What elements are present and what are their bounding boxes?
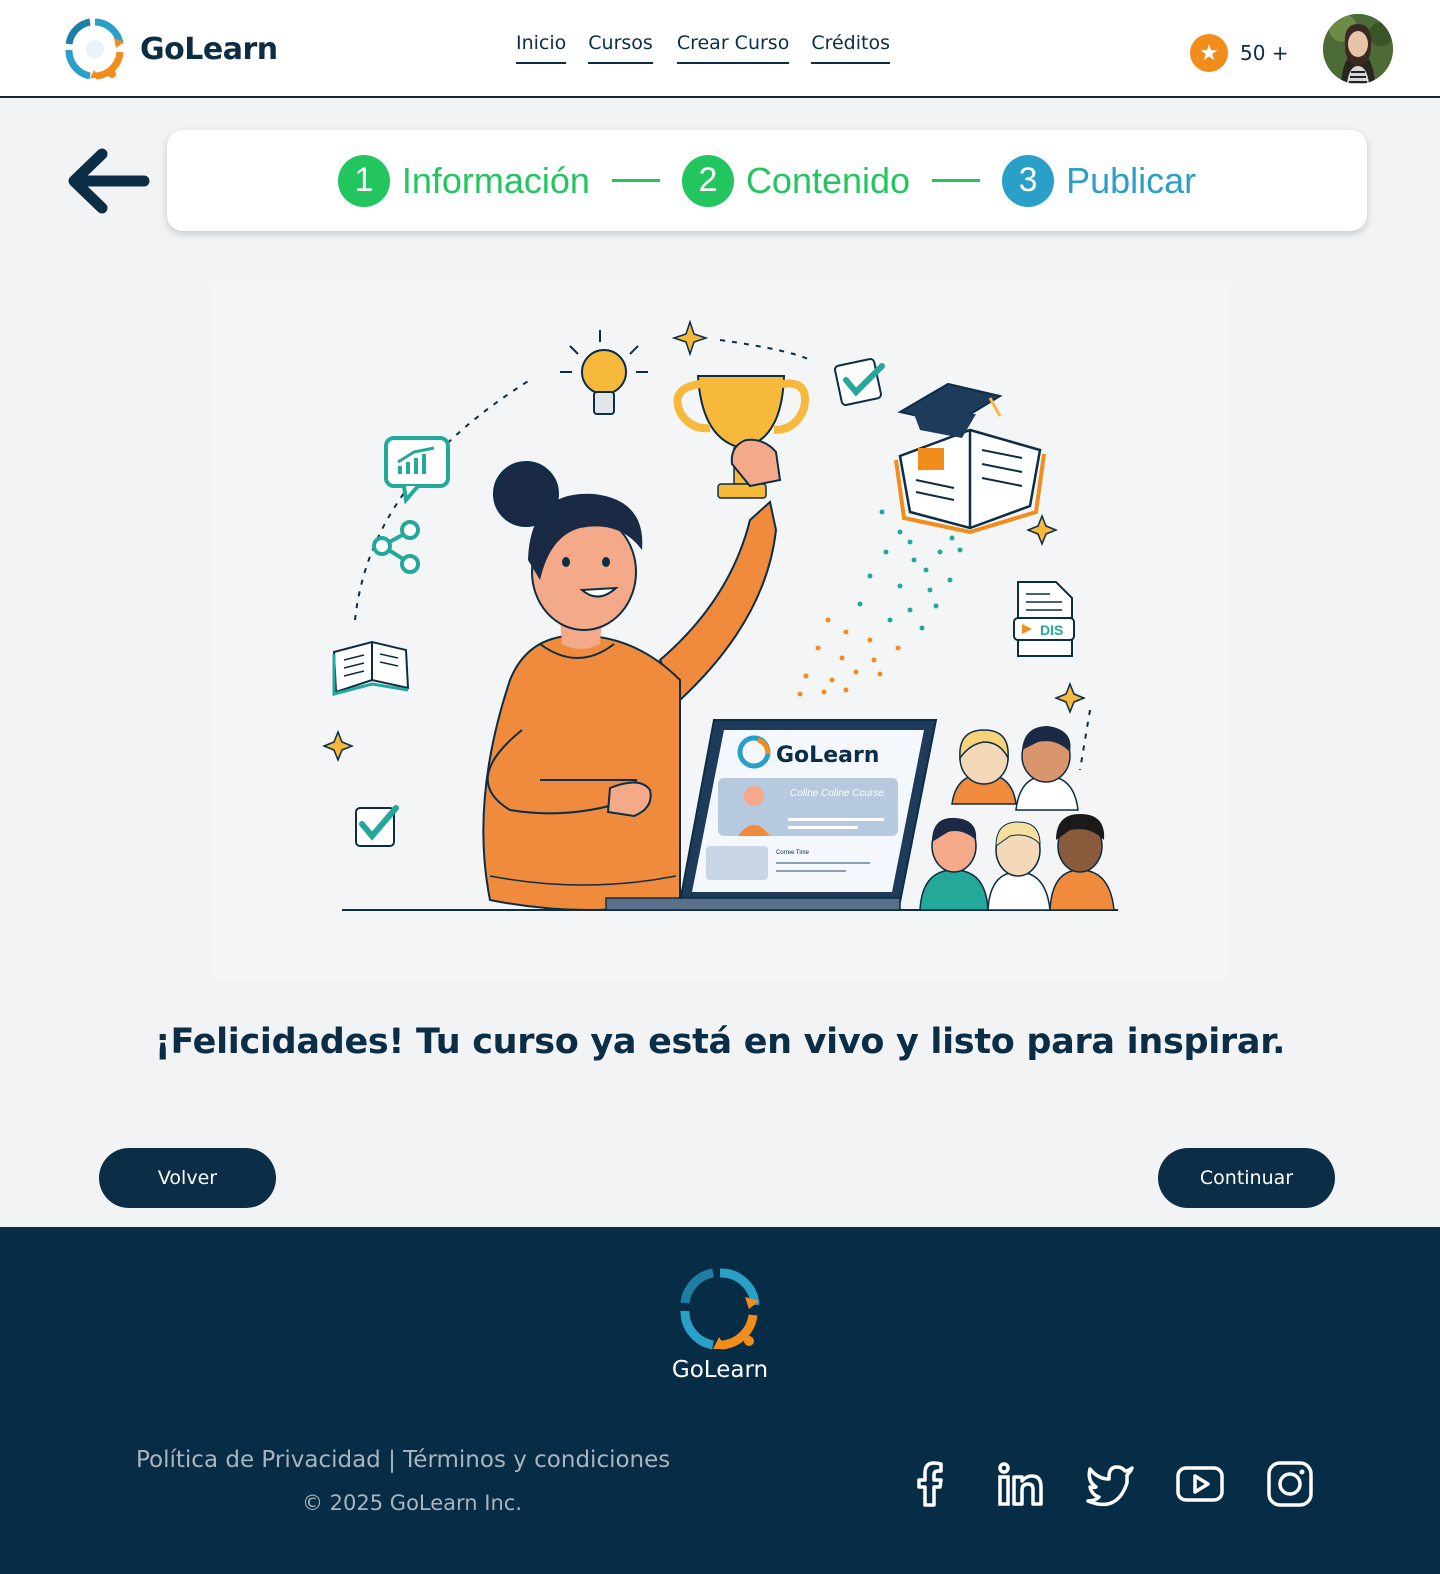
step-informacion[interactable]: 1 Información: [337, 154, 590, 207]
privacy-link[interactable]: Política de Privacidad: [136, 1447, 381, 1473]
laptop-brand: GoLearn: [776, 743, 879, 768]
document-icon: DIS: [1013, 581, 1075, 657]
star-icon: ★: [1190, 34, 1228, 72]
golearn-logo-icon: [65, 18, 124, 80]
success-headline: ¡Felicidades! Tu curso ya está en vivo y…: [154, 1022, 1286, 1062]
twitter-icon[interactable]: [1085, 1459, 1135, 1509]
avatar-portrait: [1323, 14, 1393, 84]
graduation-book-icon: [894, 382, 1046, 535]
book-icon: [332, 640, 410, 696]
step-number: 1: [337, 154, 390, 207]
user-avatar[interactable]: [1323, 14, 1393, 84]
checkbox-icon: [834, 358, 885, 406]
continue-button[interactable]: Continuar: [1158, 1148, 1335, 1208]
credits-indicator[interactable]: ★ 50 +: [1190, 34, 1289, 72]
instagram-icon[interactable]: [1265, 1459, 1315, 1509]
laptop-card-sub: Corree Time: [776, 850, 810, 856]
credit-count: 50 +: [1240, 41, 1289, 65]
confetti-dots: [797, 509, 963, 697]
step-connector: [932, 179, 981, 182]
back-button[interactable]: Volver: [99, 1148, 276, 1208]
footer-brand: GoLearn: [671, 1357, 769, 1383]
footer-links: Política de Privacidad | Términos y cond…: [136, 1447, 670, 1473]
step-label: Publicar: [1066, 159, 1197, 201]
nav-crear-curso[interactable]: Crear Curso: [676, 32, 790, 64]
terms-link[interactable]: Términos y condiciones: [403, 1447, 670, 1473]
lightbulb-icon: [560, 330, 648, 415]
brand-logo[interactable]: GoLearn: [64, 16, 278, 82]
facebook-icon[interactable]: [905, 1459, 955, 1509]
copyright: © 2025 GoLearn Inc.: [302, 1491, 523, 1515]
site-footer: GoLearn Política de Privacidad | Término…: [0, 1227, 1440, 1574]
chart-bubble-icon: [384, 436, 450, 505]
progress-stepper: 1 Información 2 Contenido 3 Publicar: [167, 130, 1367, 231]
step-number: 3: [1002, 154, 1055, 207]
share-icon: [372, 520, 420, 574]
step-publicar[interactable]: 3 Publicar: [1002, 154, 1197, 207]
illustration-artwork: DIS GoLearn Coline Coline Ccurse Corree …: [321, 319, 1118, 911]
nav-cursos[interactable]: Cursos: [588, 32, 653, 64]
celebration-illustration: DIS GoLearn Coline Coline Ccurse Corree …: [210, 280, 1230, 980]
social-links: [905, 1459, 1315, 1509]
brand-name: GoLearn: [140, 31, 278, 67]
step-label: Información: [401, 159, 590, 201]
nav-inicio[interactable]: Inicio: [516, 32, 567, 64]
youtube-icon[interactable]: [1175, 1459, 1225, 1509]
top-header: GoLearn Inicio Cursos Crear Curso Crédit…: [0, 0, 1440, 98]
audience-group: [919, 726, 1115, 911]
step-connector: [611, 179, 660, 182]
doc-tag: DIS: [1040, 622, 1063, 638]
footer-logo[interactable]: GoLearn: [0, 1267, 1440, 1383]
link-separator: |: [380, 1447, 404, 1473]
golearn-logo-icon: [680, 1268, 760, 1350]
main-nav: Inicio Cursos Crear Curso Créditos: [516, 32, 912, 64]
back-arrow-icon[interactable]: [64, 140, 154, 220]
laptop-card-title: Coline Coline Ccurse: [790, 788, 884, 799]
step-number: 2: [681, 154, 734, 207]
step-label: Contenido: [745, 159, 911, 201]
step-contenido[interactable]: 2 Contenido: [681, 154, 911, 207]
linkedin-icon[interactable]: [995, 1459, 1045, 1509]
nav-creditos[interactable]: Créditos: [811, 32, 890, 64]
